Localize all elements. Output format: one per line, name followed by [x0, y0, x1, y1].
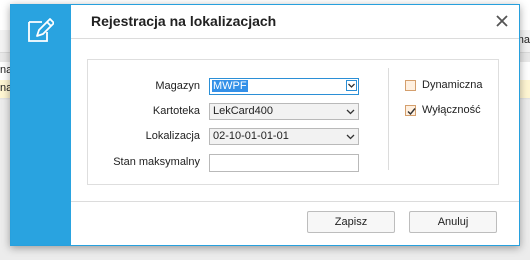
stan-maksymalny-label: Stan maksymalny: [113, 156, 200, 168]
wylacznosc-checkbox[interactable]: [405, 105, 416, 116]
kartoteka-label: Kartoteka: [152, 105, 200, 117]
dynamiczna-label: Dynamiczna: [422, 79, 483, 91]
form-panel: Magazyn MWPF Kartoteka LekCard400 Lokali…: [87, 59, 499, 185]
lokalizacja-label: Lokalizacja: [145, 130, 200, 142]
kartoteka-value: LekCard400: [213, 105, 273, 117]
title-divider: [71, 38, 519, 39]
save-button[interactable]: Zapisz: [307, 211, 395, 233]
dialog-sidebar: [11, 5, 71, 245]
footer-divider: [71, 201, 519, 202]
magazyn-value: MWPF: [212, 80, 248, 92]
registration-dialog: Rejestracja na lokalizacjach Magazyn MWP…: [10, 4, 520, 246]
chevron-down-icon[interactable]: [345, 131, 356, 142]
magazyn-select[interactable]: MWPF: [209, 78, 359, 95]
dynamiczna-checkbox[interactable]: [405, 80, 416, 91]
lokalizacja-select[interactable]: 02-10-01-01-01: [209, 128, 359, 145]
close-icon[interactable]: [493, 12, 511, 30]
lokalizacja-value: 02-10-01-01-01: [213, 130, 289, 142]
chevron-down-icon[interactable]: [346, 80, 357, 91]
dialog-title: Rejestracja na lokalizacjach: [91, 13, 277, 29]
chevron-down-icon[interactable]: [345, 106, 356, 117]
cancel-button[interactable]: Anuluj: [409, 211, 497, 233]
checkmark-icon: [407, 108, 416, 116]
kartoteka-select[interactable]: LekCard400: [209, 103, 359, 120]
magazyn-label: Magazyn: [155, 80, 200, 92]
edit-document-icon: [24, 16, 55, 46]
stan-maksymalny-input[interactable]: [209, 154, 359, 172]
panel-divider: [388, 68, 389, 170]
wylacznosc-label: Wyłączność: [422, 104, 481, 116]
